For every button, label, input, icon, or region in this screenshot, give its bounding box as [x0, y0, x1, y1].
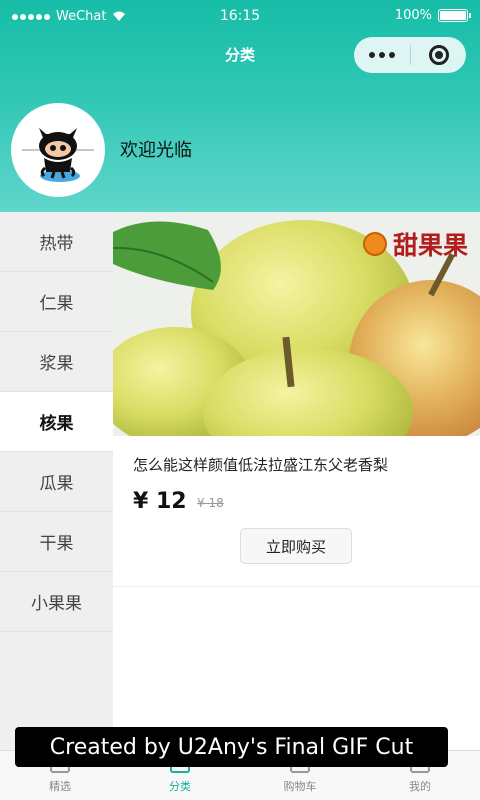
tab-label: 精选: [49, 780, 71, 793]
tab-label: 我的: [409, 780, 431, 793]
product-image[interactable]: 甜果果: [113, 212, 480, 436]
avatar[interactable]: [11, 103, 105, 197]
category-sidebar: 热带 仁果 浆果 核果 瓜果 干果 小果果: [0, 212, 113, 750]
close-button[interactable]: [411, 45, 466, 65]
sidebar-item-dried-fruit[interactable]: 干果: [0, 512, 113, 572]
close-icon: [428, 45, 449, 65]
status-bar: WeChat 16:15 100%: [0, 0, 480, 34]
status-right: 100%: [394, 8, 471, 23]
orange-icon: [362, 232, 387, 256]
more-button[interactable]: [354, 52, 410, 58]
header: WeChat 16:15 100% 分类 欢迎光临: [0, 0, 480, 212]
sidebar-item-berry[interactable]: 浆果: [0, 332, 113, 392]
product-price: ¥ 12: [133, 489, 187, 514]
sidebar-item-small-fruit[interactable]: 小果果: [0, 572, 113, 632]
brand-logo: 甜果果: [362, 226, 468, 262]
miniprogram-capsule: [354, 37, 466, 73]
brand-name: 甜果果: [392, 231, 468, 260]
octocat-icon: [14, 106, 102, 194]
original-price: ¥ 18: [197, 496, 224, 510]
buy-now-button[interactable]: 立即购买: [240, 528, 352, 564]
sidebar-item-pome[interactable]: 仁果: [0, 272, 113, 332]
battery-percent: 100%: [394, 8, 432, 23]
battery-icon: [438, 9, 471, 22]
watermark-banner: Created by U2Any's Final GIF Cut: [15, 727, 448, 767]
sidebar-item-melon[interactable]: 瓜果: [0, 452, 113, 512]
tab-label: 购物车: [283, 780, 317, 793]
welcome-text: 欢迎光临: [120, 140, 192, 161]
sidebar-item-stone-fruit[interactable]: 核果: [0, 392, 113, 452]
tab-label: 分类: [169, 780, 191, 793]
product-title[interactable]: 怎么能这样颜值低法拉盛江东父老香梨: [133, 454, 388, 475]
sidebar-item-tropical[interactable]: 热带: [0, 212, 113, 272]
product-panel: 甜果果 怎么能这样颜值低法拉盛江东父老香梨 ¥ 12 ¥ 18 立即购买: [113, 212, 480, 750]
divider: [113, 586, 480, 587]
